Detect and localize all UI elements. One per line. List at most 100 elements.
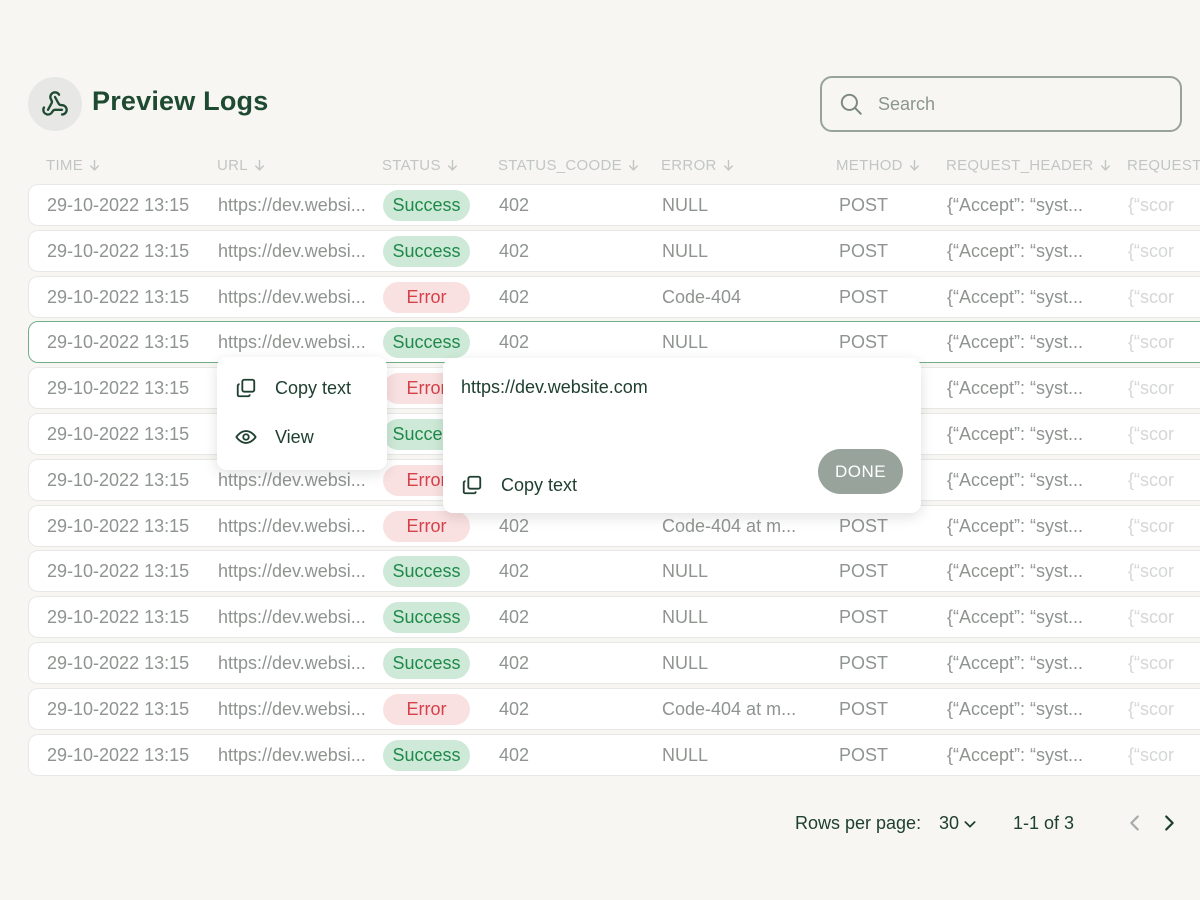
cell-request-body: {“scor [1128, 469, 1175, 490]
menu-item-copy-text[interactable]: Copy text [235, 377, 351, 399]
cell-status-code: 402 [499, 195, 530, 215]
menu-item-label: Copy text [275, 377, 352, 398]
table-row[interactable]: 29-10-2022 13:15 https://dev.websi... 402 N… [28, 550, 1200, 593]
cell-request-header: {“Accept”: “syst... [947, 515, 1084, 536]
cell-time: 29-10-2022 13:15 [47, 744, 190, 765]
column-headers: TIME URL STATUS STATUS_COODE ERROR METHOD REQU… [28, 150, 1200, 182]
column-header-label: STATUS_COODE [498, 157, 622, 174]
cell-request-header: {“Accept”: “syst... [947, 378, 1084, 399]
menu-item-label: View [275, 426, 314, 447]
cell-status-code: 402 [499, 607, 530, 628]
next-page-button[interactable] [1158, 812, 1180, 839]
cell-request-body: {“scor [1128, 515, 1175, 536]
cell-time: 29-10-2022 13:15 [47, 698, 190, 719]
cell-url: https://dev.websi... [218, 744, 366, 765]
cell-url: https://dev.websi... [218, 653, 366, 673]
cell-request-body: {“scor [1128, 698, 1175, 719]
cell-method: POST [839, 698, 889, 719]
status-badge: Success [383, 235, 470, 267]
status-badge: Success [383, 190, 470, 221]
sort-arrow-down-icon [908, 159, 921, 172]
cell-url: https://dev.websi... [218, 332, 366, 353]
chevron-right-icon [1165, 815, 1174, 831]
cell-request-body: {“scor [1128, 744, 1175, 765]
column-header-error[interactable]: ERROR [661, 157, 735, 174]
sort-arrow-down-icon [722, 159, 735, 172]
webhook-icon [42, 91, 68, 116]
cell-request-header: {“Accept”: “syst... [947, 607, 1084, 628]
column-header-label: REQUEST_ [1127, 157, 1200, 174]
table-row[interactable]: 29-10-2022 13:15 https://dev.websi... 402 N… [28, 733, 1200, 776]
column-header-request-body[interactable]: REQUEST_ [1127, 157, 1200, 174]
status-badge: Success [383, 648, 470, 679]
popover-copy-text-button[interactable]: Copy text [461, 474, 577, 496]
cell-status-code: 402 [499, 240, 530, 261]
sort-arrow-down-icon [88, 159, 101, 172]
done-button[interactable]: DONE [818, 449, 903, 494]
table-row[interactable]: 29-10-2022 13:15 https://dev.websi... 402 N… [28, 229, 1200, 272]
cell-status-code: 402 [499, 332, 530, 353]
cell-request-header: {“Accept”: “syst... [947, 744, 1084, 765]
cell-request-body: {“scor [1128, 240, 1175, 261]
rows-per-page-label: Rows per page: [795, 813, 922, 833]
search-icon [840, 93, 862, 115]
search-input[interactable] [878, 93, 1158, 115]
cell-time: 29-10-2022 13:15 [47, 286, 190, 307]
cell-method: POST [839, 240, 889, 261]
search-box[interactable] [820, 76, 1182, 132]
popover-copy-label: Copy text [501, 474, 578, 495]
column-header-label: REQUEST_HEADER [946, 157, 1094, 174]
cell-request-header: {“Accept”: “syst... [947, 653, 1084, 673]
cell-time: 29-10-2022 13:15 [47, 424, 190, 444]
table-row[interactable]: 29-10-2022 13:15 https://dev.websi... 402 N… [28, 184, 1200, 226]
pagination-range: 1-1 of 3 [1013, 813, 1075, 833]
cell-error: NULL [662, 332, 709, 353]
rows-per-page-value: 30 [939, 813, 960, 833]
column-header-status-code[interactable]: STATUS_COODE [498, 157, 640, 174]
cell-url: https://dev.websi... [218, 286, 366, 307]
cell-error: NULL [662, 195, 709, 215]
cell-error: Code-404 [662, 286, 742, 307]
rows-per-page-select[interactable]: 30 [939, 813, 978, 834]
cell-error: NULL [662, 240, 709, 261]
status-badge: Success [383, 327, 470, 359]
cell-error: NULL [662, 607, 709, 628]
cell-time: 29-10-2022 13:15 [47, 240, 190, 261]
column-header-time[interactable]: TIME [46, 157, 101, 174]
cell-time: 29-10-2022 13:15 [47, 515, 190, 536]
previous-page-button[interactable] [1124, 812, 1146, 839]
column-header-method[interactable]: METHOD [836, 157, 921, 174]
cell-status-code: 402 [499, 286, 530, 307]
column-header-request-header[interactable]: REQUEST_HEADER [946, 157, 1112, 174]
cell-status-code: 402 [499, 698, 530, 719]
cell-request-header: {“Accept”: “syst... [947, 195, 1084, 215]
table-row[interactable]: 29-10-2022 13:15 https://dev.websi... 402 C… [28, 687, 1200, 730]
cell-method: POST [839, 286, 889, 307]
status-badge: Error [383, 510, 470, 542]
popover-url: https://dev.website.com [461, 377, 648, 397]
cell-request-body: {“scor [1128, 561, 1175, 582]
cell-url: https://dev.websi... [218, 195, 366, 215]
column-header-status[interactable]: STATUS [382, 157, 459, 174]
cell-url: https://dev.websi... [218, 698, 366, 719]
cell-request-body: {“scor [1128, 424, 1175, 444]
cell-url: https://dev.websi... [218, 469, 366, 490]
table-row[interactable]: 29-10-2022 13:15 https://dev.websi... 402 N… [28, 596, 1200, 639]
cell-url: https://dev.websi... [218, 515, 366, 536]
table-row[interactable]: 29-10-2022 13:15 https://dev.websi... 402 N… [28, 642, 1200, 684]
menu-item-view[interactable]: View [235, 426, 314, 448]
cell-request-header: {“Accept”: “syst... [947, 332, 1084, 353]
cell-time: 29-10-2022 13:15 [47, 561, 190, 582]
table-row[interactable]: 29-10-2022 13:15 https://dev.websi... 402 C… [28, 275, 1200, 318]
cell-time: 29-10-2022 13:15 [47, 607, 190, 628]
cell-method: POST [839, 561, 889, 582]
copy-icon [236, 378, 256, 398]
cell-error: NULL [662, 653, 709, 673]
cell-url: https://dev.websi... [218, 240, 366, 261]
cell-error: NULL [662, 561, 709, 582]
column-header-url[interactable]: URL [217, 157, 266, 174]
column-header-label: TIME [46, 157, 84, 174]
webhook-logo [28, 77, 82, 131]
cell-time: 29-10-2022 13:15 [47, 332, 190, 353]
cell-url: https://dev.websi... [218, 561, 366, 582]
